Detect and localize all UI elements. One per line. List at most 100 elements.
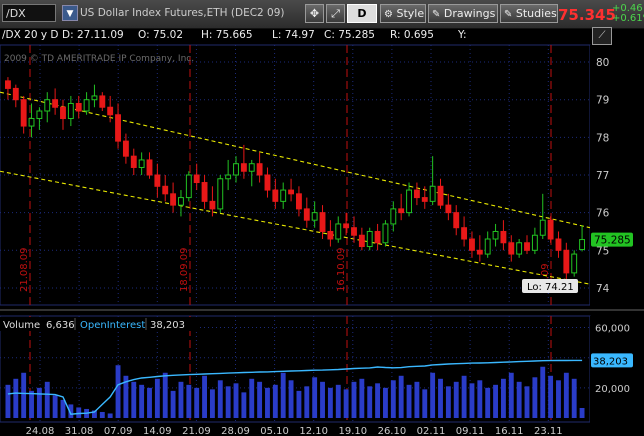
candle-body: [547, 219, 554, 240]
volume-bar: [280, 372, 286, 418]
date-tick-label: 19.10: [338, 426, 367, 436]
volume-bar: [493, 384, 498, 418]
candle-body: [264, 174, 271, 191]
volume-bar: [60, 399, 66, 418]
volume-bar: [359, 378, 365, 418]
volume-bar: [131, 381, 137, 418]
svg-text:38,203: 38,203: [593, 356, 628, 367]
candle-body: [115, 114, 121, 142]
candle-body: [209, 200, 216, 210]
volume-value: 6,636: [46, 320, 75, 331]
price-tick-label: 74: [596, 283, 610, 295]
volume-bar: [516, 381, 522, 418]
candle-body: [225, 174, 232, 180]
low-label: Lo: 74.21: [522, 279, 578, 293]
candle-body: [178, 197, 184, 206]
volume-bar: [367, 386, 373, 418]
candle-body: [382, 223, 389, 244]
oi-badge: 38,203: [591, 353, 633, 368]
volume-bar: [257, 381, 263, 418]
candle-body: [374, 230, 381, 244]
volume-bar: [186, 384, 192, 418]
date-tick-label: 16.11: [495, 426, 524, 436]
candle-body: [138, 159, 145, 168]
volume-bar: [390, 380, 396, 418]
candle-body: [508, 242, 515, 255]
volume-bar: [162, 372, 168, 418]
volume-bar: [312, 377, 318, 418]
price-tick-label: 80: [596, 57, 609, 69]
candle-body: [130, 155, 137, 168]
volume-bar: [249, 378, 255, 418]
candle-body: [162, 185, 169, 195]
candle-body: [107, 106, 114, 116]
date-tick-label: 31.08: [65, 426, 94, 436]
volume-bar: [272, 384, 278, 418]
candle-body: [453, 212, 460, 229]
price-chart[interactable]: 21.08.09 18.09.09 16.10.09 11.09 2009 © TD …: [0, 0, 644, 436]
volume-bar: [461, 375, 467, 418]
candle-body: [492, 230, 499, 240]
volume-bar: [107, 413, 113, 418]
volume-bar: [296, 390, 302, 418]
volume-bar: [571, 378, 577, 418]
volume-bar: [351, 381, 357, 418]
candle-body: [398, 208, 405, 214]
candle-body: [240, 163, 247, 172]
candle-body: [484, 238, 491, 255]
candle-body: [99, 95, 106, 108]
candle-body: [44, 99, 51, 112]
volume-bar: [375, 383, 381, 418]
svg-text:75.285: 75.285: [594, 235, 631, 247]
candle-body: [303, 208, 310, 221]
candle-body: [233, 163, 239, 176]
volume-bar: [438, 378, 443, 418]
volume-bar: [383, 387, 388, 418]
volume-bar: [115, 365, 121, 418]
volume-bar: [556, 380, 561, 418]
candle-body: [4, 80, 11, 89]
candle-body: [311, 212, 318, 221]
candle-body: [67, 102, 74, 120]
volume-bar: [563, 372, 569, 418]
candle-body: [248, 163, 255, 172]
price-tick-label: 75: [596, 245, 609, 257]
volume-bar: [178, 381, 184, 418]
volume-bar: [241, 392, 247, 418]
volume-bar: [202, 375, 207, 418]
volume-bar: [139, 384, 145, 418]
volume-bar: [485, 387, 491, 418]
candle-body: [83, 99, 90, 112]
low-label-text: Lo: 74.21: [527, 282, 574, 293]
last-price-badge: 75.285: [591, 232, 633, 247]
volume-bar: [21, 372, 27, 418]
candle-body: [343, 223, 350, 229]
volume-bar: [233, 383, 239, 418]
candle-body: [571, 253, 578, 274]
volume-bar: [540, 366, 546, 418]
candle-body: [256, 163, 263, 176]
candle-body: [461, 227, 468, 240]
candle-body: [413, 189, 420, 199]
volume-label: Volume: [3, 320, 40, 331]
candle-body: [390, 208, 397, 225]
candle-body: [469, 238, 475, 251]
volume-bar: [209, 389, 215, 418]
candle-body: [52, 99, 59, 108]
candle-body: [429, 185, 436, 202]
date-tick-label: 09.11: [456, 426, 485, 436]
price-axis: 80 79 78 77 76 75 74: [590, 45, 644, 307]
price-tick-label: 77: [596, 170, 609, 182]
date-tick-label: 14.09: [143, 426, 172, 436]
candle-body: [358, 234, 365, 248]
candle-body: [12, 87, 19, 101]
candle-body: [91, 95, 98, 101]
candle-body: [500, 230, 507, 244]
candle-body: [437, 185, 444, 206]
candle-body: [335, 223, 342, 240]
candle-body: [280, 189, 287, 202]
volume-bar: [320, 381, 325, 418]
volume-bar: [76, 407, 82, 418]
date-tick-label: 12.10: [299, 426, 328, 436]
candle-body: [539, 219, 546, 236]
